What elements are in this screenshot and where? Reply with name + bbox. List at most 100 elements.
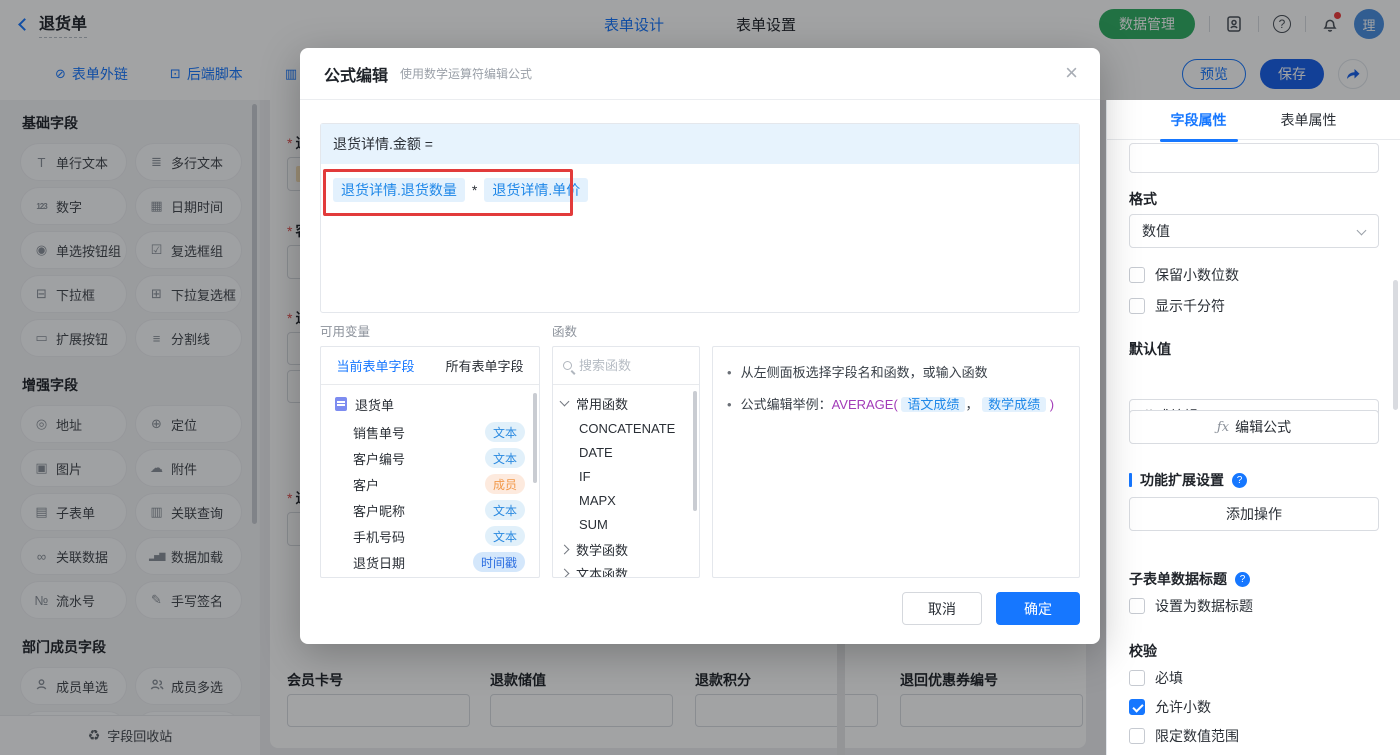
set-data-title-checkbox[interactable] <box>1129 598 1145 614</box>
variable-row[interactable]: 退货日期 时间戳 <box>321 549 539 575</box>
variable-row[interactable]: 客户 成员 <box>321 471 539 497</box>
tab-current-form-fields[interactable]: 当前表单字段 <box>321 347 430 384</box>
type-badge: 文本 <box>484 448 525 468</box>
example-field-chip: 语文成绩 <box>901 397 966 412</box>
variables-pane-label: 可用变量 <box>320 325 371 339</box>
example-prefix: 公式编辑举例： <box>740 397 832 412</box>
help-panel: • 从左侧面板选择字段名和函数，或输入函数 • 公式编辑举例：AVERAGE( … <box>712 346 1080 578</box>
variables-tabs: 当前表单字段 所有表单字段 <box>321 347 539 385</box>
function-item[interactable]: DATE <box>553 440 699 464</box>
form-doc-icon <box>335 397 347 411</box>
required-label: 必填 <box>1155 670 1183 686</box>
function-item[interactable]: MAPX <box>553 488 699 512</box>
formula-field-chip[interactable]: 退货详情.单价 <box>484 178 589 202</box>
modal-subtitle: 使用数学运算符编辑公式 <box>400 67 533 81</box>
formula-editor-area[interactable]: 退货详情.金额 = 退货详情.退货数量 * 退货详情.单价 <box>320 123 1080 313</box>
limit-range-checkbox[interactable] <box>1129 728 1145 744</box>
add-action-button[interactable]: 添加操作 <box>1129 497 1379 531</box>
variable-root-label: 退货单 <box>355 397 395 413</box>
close-icon[interactable]: × <box>1065 62 1078 84</box>
functions-scrollbar-thumb[interactable] <box>693 391 697 511</box>
default-value-label: 默认值 <box>1129 341 1171 357</box>
variable-row[interactable]: 客户编号 文本 <box>321 445 539 471</box>
edit-formula-label: 编辑公式 <box>1235 419 1292 435</box>
example-function-close: ) <box>1049 397 1055 412</box>
required-checkbox[interactable] <box>1129 670 1145 686</box>
variable-name: 客户 <box>353 477 380 493</box>
modal-backdrop[interactable] <box>1106 0 1400 100</box>
example-function-open: AVERAGE( <box>831 397 898 412</box>
thousand-separator-option[interactable]: 显示千分符 <box>1129 296 1379 316</box>
function-search-input[interactable] <box>579 358 679 373</box>
decimal-places-option[interactable]: 保留小数位数 <box>1129 265 1379 285</box>
formula-target-bar: 退货详情.金额 = <box>321 124 1079 164</box>
function-item[interactable]: IF <box>553 464 699 488</box>
allow-decimal-label: 允许小数 <box>1155 699 1211 715</box>
format-select[interactable]: 数值 <box>1129 214 1379 248</box>
limit-range-label: 限定数值范围 <box>1155 728 1239 744</box>
tab-form-properties[interactable]: 表单属性 <box>1281 110 1337 130</box>
function-search <box>553 347 699 385</box>
bullet: • <box>727 365 732 380</box>
function-group-label: 数学函数 <box>576 542 629 558</box>
function-item[interactable]: SUM <box>553 512 699 536</box>
formula-operator: * <box>471 182 478 198</box>
help-example: 公式编辑举例：AVERAGE( 语文成绩， 数学成绩 ) <box>740 395 1055 414</box>
variable-name: 销售单号 <box>353 425 406 441</box>
function-item[interactable]: CONCATENATE <box>553 416 699 440</box>
field-name-input[interactable] <box>1129 143 1379 173</box>
type-badge: 文本 <box>484 422 525 442</box>
tab-field-properties[interactable]: 字段属性 <box>1171 110 1227 130</box>
decimal-places-checkbox[interactable] <box>1129 267 1145 283</box>
set-data-title-label: 设置为数据标题 <box>1155 598 1253 614</box>
function-group-text[interactable]: 文本函数 <box>553 561 699 577</box>
limit-range-option[interactable]: 限定数值范围 <box>1129 726 1379 746</box>
help-line-2: • 公式编辑举例：AVERAGE( 语文成绩， 数学成绩 ) <box>727 395 1065 414</box>
function-group-math[interactable]: 数学函数 <box>553 537 699 561</box>
question-badge-icon[interactable]: ? <box>1232 472 1247 488</box>
type-badge: 文本 <box>484 500 525 520</box>
variables-scrollbar-thumb[interactable] <box>533 393 537 483</box>
formula-field-chip[interactable]: 退货详情.退货数量 <box>333 178 465 202</box>
caret-right-icon <box>559 544 570 554</box>
function-name: CONCATENATE <box>579 420 676 436</box>
caret-right-icon <box>559 568 570 577</box>
confirm-button[interactable]: 确定 <box>996 592 1080 625</box>
format-select-value: 数值 <box>1142 223 1170 239</box>
function-name: MAPX <box>579 492 616 508</box>
cancel-button[interactable]: 取消 <box>902 592 982 625</box>
example-comma: ， <box>965 397 979 412</box>
bullet: • <box>727 397 732 412</box>
variable-tree-root[interactable]: 退货单 <box>321 391 539 417</box>
validation-label: 校验 <box>1129 643 1157 659</box>
variable-name: 客户编号 <box>353 451 406 467</box>
allow-decimal-option[interactable]: 允许小数 <box>1129 697 1379 717</box>
set-data-title-option[interactable]: 设置为数据标题 <box>1129 596 1379 616</box>
variable-row[interactable]: 客户昵称 文本 <box>321 497 539 523</box>
formula-expression: 退货详情.退货数量 * 退货详情.单价 <box>333 178 589 202</box>
thousand-separator-label: 显示千分符 <box>1155 298 1225 314</box>
search-icon <box>563 361 572 370</box>
question-badge-icon[interactable]: ? <box>1235 571 1250 587</box>
variable-row[interactable]: 手机号码 文本 <box>321 523 539 549</box>
fx-icon: ƒx <box>1216 419 1230 435</box>
variable-row[interactable]: 销售单号 文本 <box>321 419 539 445</box>
subform-title-label: 子表单数据标题 <box>1129 571 1227 587</box>
edit-formula-button[interactable]: ƒx 编辑公式 <box>1129 410 1379 444</box>
required-option[interactable]: 必填 <box>1129 668 1379 688</box>
tab-all-form-fields[interactable]: 所有表单字段 <box>430 347 539 384</box>
function-group-common[interactable]: 常用函数 <box>553 391 699 415</box>
subform-title-header: 子表单数据标题 ? <box>1129 569 1379 589</box>
function-name: SUM <box>579 516 608 532</box>
caret-down-icon <box>559 396 570 407</box>
panel-scrollbar-thumb[interactable] <box>1393 280 1398 410</box>
functions-panel: 常用函数 CONCATENATE DATE IF MAPX SUM 数学函数 文… <box>552 346 700 578</box>
example-field-chip: 数学成绩 <box>982 397 1047 412</box>
variables-panel: 当前表单字段 所有表单字段 退货单 销售单号 文本 客户编号 文本 客户 成员 客户昵… <box>320 346 540 578</box>
allow-decimal-checkbox[interactable] <box>1129 699 1145 715</box>
app-window: 退货单 表单设计 表单设置 数据管理 ? 理 ⊘ 表单外链 ⊡ 后端脚本 ▥ 预… <box>0 0 1400 755</box>
thousand-separator-checkbox[interactable] <box>1129 298 1145 314</box>
type-badge: 时间戳 <box>472 552 525 572</box>
variable-name: 退货日期 <box>353 555 406 571</box>
modal-title: 公式编辑 <box>324 67 389 85</box>
